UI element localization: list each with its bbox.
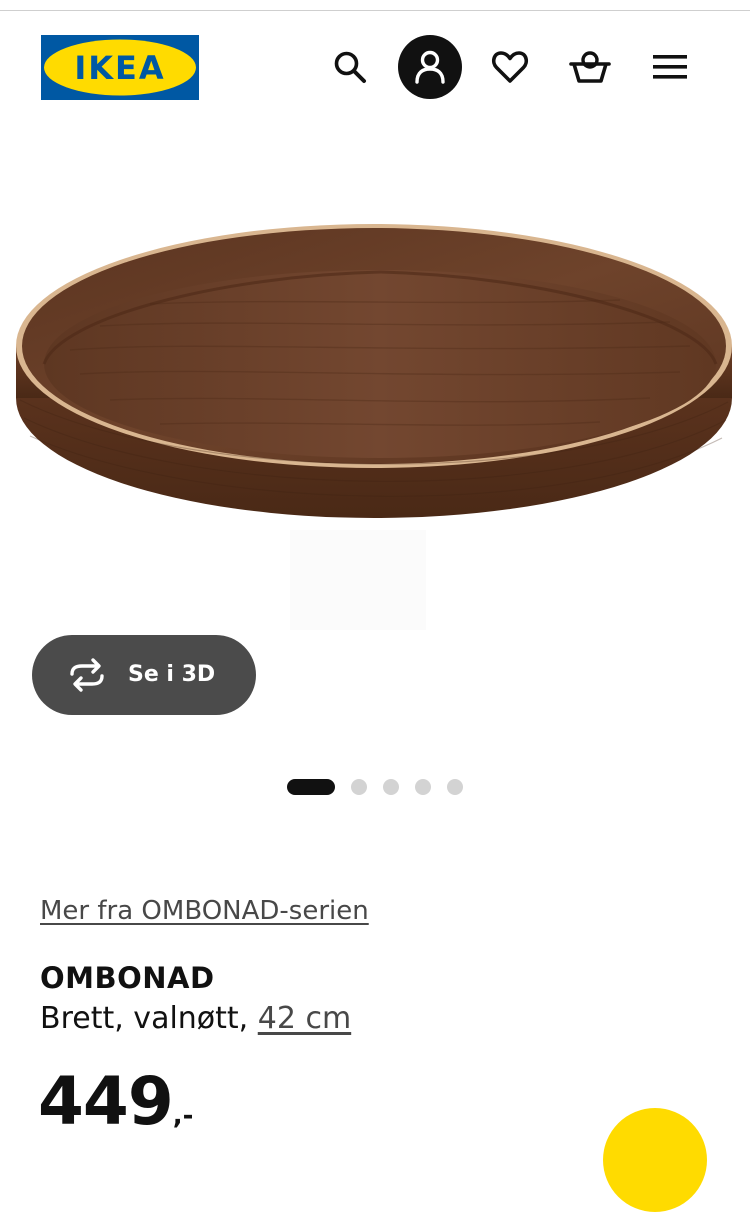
carousel-dot-4[interactable] bbox=[415, 779, 431, 795]
account-icon[interactable] bbox=[398, 35, 462, 99]
view-in-3d-label: Se i 3D bbox=[128, 662, 216, 687]
cart-icon[interactable] bbox=[558, 35, 622, 99]
product-description: Brett, valnøtt, 42 cm bbox=[40, 1000, 351, 1038]
product-image[interactable] bbox=[0, 150, 750, 630]
price-integer: 449 bbox=[38, 1063, 174, 1140]
ikea-logo-graphic: IKEA bbox=[41, 35, 199, 100]
carousel-dot-1[interactable] bbox=[287, 779, 335, 795]
image-carousel-indicator bbox=[287, 778, 463, 796]
product-price: 449,- bbox=[38, 1062, 193, 1142]
carousel-dot-5[interactable] bbox=[447, 779, 463, 795]
price-suffix: ,- bbox=[172, 1101, 194, 1131]
menu-icon[interactable] bbox=[638, 35, 702, 99]
rotate-icon bbox=[66, 657, 108, 693]
ikea-logo[interactable]: IKEA bbox=[41, 35, 199, 100]
heart-icon[interactable] bbox=[478, 35, 542, 99]
search-icon[interactable] bbox=[318, 35, 382, 99]
carousel-dot-3[interactable] bbox=[383, 779, 399, 795]
product-name: OMBONAD bbox=[40, 961, 215, 995]
carousel-dot-2[interactable] bbox=[351, 779, 367, 795]
logo-text: IKEA bbox=[74, 49, 165, 87]
walnut-tray-image bbox=[16, 224, 732, 630]
view-in-3d-button[interactable]: Se i 3D bbox=[32, 635, 256, 715]
site-header: IKEA bbox=[0, 11, 750, 121]
size-link[interactable]: 42 cm bbox=[258, 1001, 351, 1036]
series-link[interactable]: Mer fra OMBONAD-serien bbox=[40, 894, 369, 928]
product-description-text: Brett, valnøtt, bbox=[40, 1001, 258, 1036]
floating-action-button[interactable] bbox=[603, 1108, 707, 1212]
